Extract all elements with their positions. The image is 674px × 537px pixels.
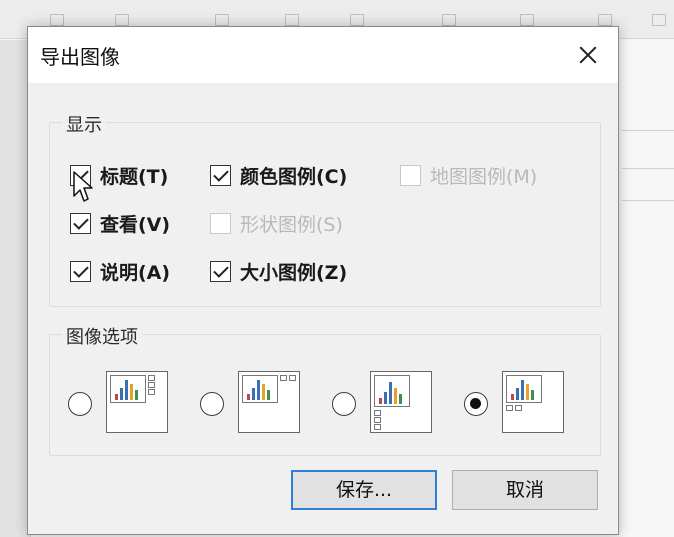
layout-radio-legend-below[interactable] xyxy=(464,392,488,416)
checkbox-label: 形状图例(S) xyxy=(240,213,343,236)
toolbar-icon xyxy=(50,14,64,26)
checkbox-box xyxy=(70,260,91,282)
image-options-label: 图像选项 xyxy=(62,323,142,349)
checkbox-box xyxy=(210,164,231,186)
layout-thumb-legend-below[interactable] xyxy=(502,371,564,433)
toolbar-icon xyxy=(598,14,612,26)
toolbar-icon xyxy=(442,14,456,26)
toolbar-icon xyxy=(520,14,534,26)
checkbox-map-legend[interactable]: 地图图例(M) xyxy=(400,161,537,189)
checkbox-view[interactable]: 查看(V) xyxy=(70,209,170,237)
checkbox-box xyxy=(210,260,231,282)
layout-radio-legend-right[interactable] xyxy=(68,392,92,416)
layout-radio-legend-bottom-left[interactable] xyxy=(332,392,356,416)
checkbox-box xyxy=(210,212,231,234)
image-options-group: 图像选项 xyxy=(49,323,601,456)
checkbox-label: 颜色图例(C) xyxy=(240,165,348,188)
display-group-label: 显示 xyxy=(62,111,106,137)
toolbar-icon xyxy=(215,14,229,26)
checkbox-title[interactable]: 标题(T) xyxy=(70,161,168,189)
checkbox-box xyxy=(400,164,421,186)
checkbox-label: 大小图例(Z) xyxy=(240,261,348,284)
checkbox-label: 说明(A) xyxy=(100,261,171,284)
cancel-button[interactable]: 取消 xyxy=(452,470,598,510)
display-group: 显示 标题(T) 颜色图例(C) 地图图例(M) 查看(V) 形状图例(S) 说… xyxy=(49,111,601,307)
toolbar-icon xyxy=(350,14,364,26)
checkbox-label: 地图图例(M) xyxy=(430,165,538,188)
export-image-dialog: 导出图像 显示 标题(T) 颜色图例(C) 地图图例(M) 查看(V) 形状图例… xyxy=(27,26,619,535)
save-button[interactable]: 保存... xyxy=(291,470,437,510)
dialog-title: 导出图像 xyxy=(40,45,120,69)
checkbox-size-legend[interactable]: 大小图例(Z) xyxy=(210,257,347,285)
checkbox-box xyxy=(70,164,91,186)
checkbox-caption[interactable]: 说明(A) xyxy=(70,257,170,285)
checkbox-shape-legend[interactable]: 形状图例(S) xyxy=(210,209,343,237)
toolbar-icon xyxy=(115,14,129,26)
checkbox-label: 查看(V) xyxy=(100,213,171,236)
layout-thumb-legend-bottom-left[interactable] xyxy=(370,371,432,433)
layout-radio-legend-top-right[interactable] xyxy=(200,392,224,416)
layout-thumb-legend-right[interactable] xyxy=(106,371,168,433)
toolbar-icon xyxy=(652,14,666,26)
dialog-titlebar: 导出图像 xyxy=(28,27,618,83)
layout-thumb-legend-top-right[interactable] xyxy=(238,371,300,433)
checkbox-label: 标题(T) xyxy=(100,165,169,188)
close-icon[interactable] xyxy=(565,35,611,75)
background-right-panel xyxy=(622,40,674,537)
checkbox-box xyxy=(70,212,91,234)
toolbar-icon xyxy=(285,14,299,26)
checkbox-color-legend[interactable]: 颜色图例(C) xyxy=(210,161,347,189)
